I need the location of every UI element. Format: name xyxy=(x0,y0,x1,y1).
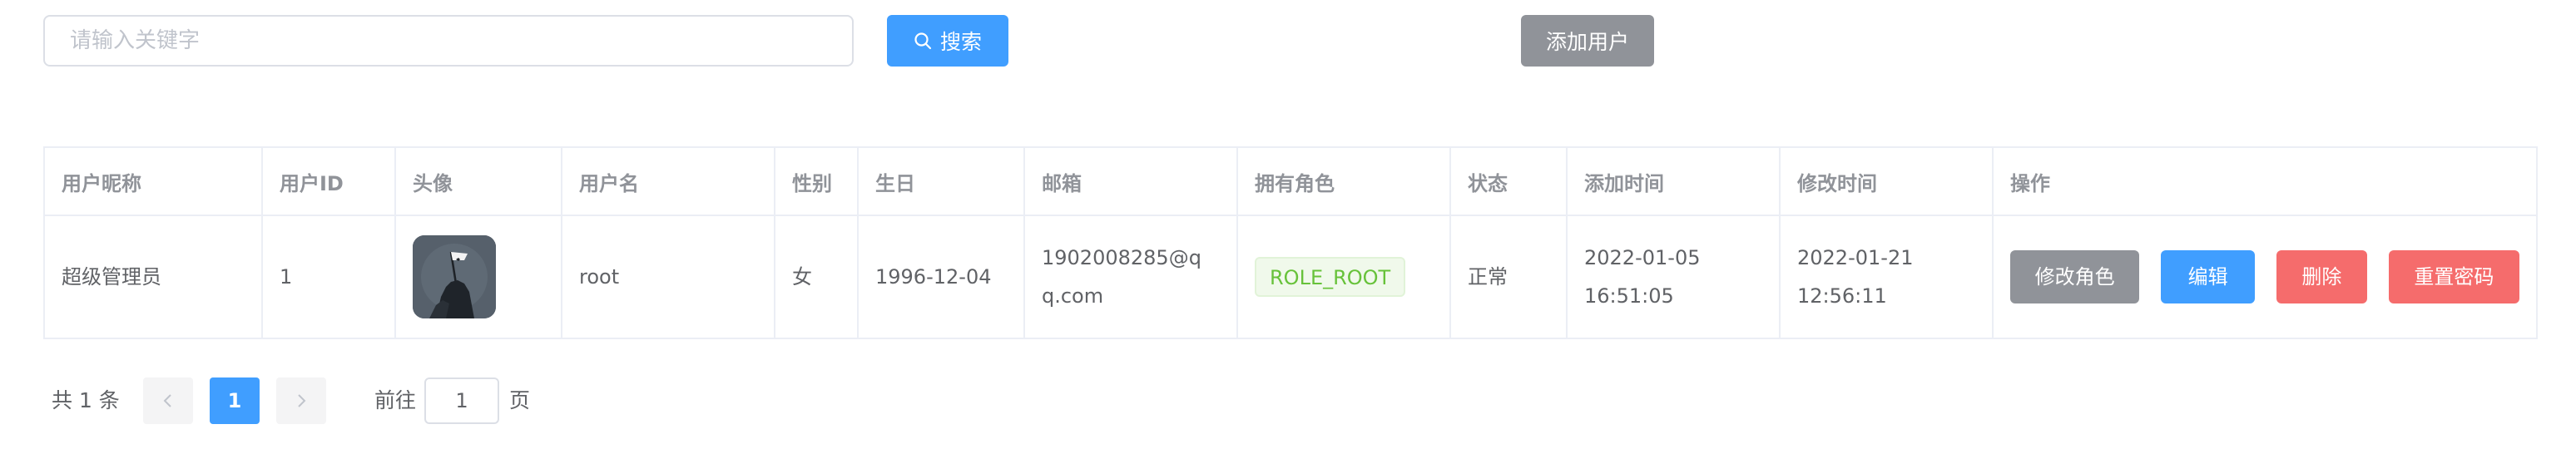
chevron-right-icon xyxy=(298,394,306,407)
search-button[interactable]: 搜索 xyxy=(887,15,1008,67)
cell-actions: 修改角色 编辑 删除 重置密码 xyxy=(1994,215,2536,339)
header-birthday[interactable]: 生日 xyxy=(859,148,1025,215)
reset-password-button[interactable]: 重置密码 xyxy=(2388,250,2519,303)
cell-created-at: 2022-01-05 16:51:05 xyxy=(1568,215,1781,339)
cell-email: 1902008285@qq.com xyxy=(1025,215,1238,339)
header-updated-at[interactable]: 修改时间 xyxy=(1781,148,1994,215)
header-nickname[interactable]: 用户昵称 xyxy=(45,148,263,215)
cell-status: 正常 xyxy=(1451,215,1568,339)
pagination-total: 共 1 条 xyxy=(52,388,120,412)
table-row: 超级管理员 1 root 女 1996-12-04 1902008285@qq.… xyxy=(45,215,2536,339)
cell-user-id: 1 xyxy=(263,215,396,339)
prev-page-button[interactable] xyxy=(143,377,193,424)
cell-updated-at: 2022-01-21 12:56:11 xyxy=(1781,215,1994,339)
header-created-at[interactable]: 添加时间 xyxy=(1568,148,1781,215)
add-user-button[interactable]: 添加用户 xyxy=(1521,15,1654,67)
header-user-id[interactable]: 用户ID xyxy=(263,148,396,215)
search-button-label: 搜索 xyxy=(939,30,982,54)
goto-page-input[interactable] xyxy=(424,377,499,424)
cell-birthday: 1996-12-04 xyxy=(859,215,1025,339)
page-suffix: 页 xyxy=(509,388,531,412)
role-tag: ROLE_ROOT xyxy=(1255,257,1406,297)
table-header-row: 用户昵称 用户ID 头像 用户名 性别 生日 邮箱 拥有角色 状态 添加时间 修… xyxy=(45,148,2536,216)
avatar[interactable] xyxy=(413,235,496,318)
header-gender[interactable]: 性别 xyxy=(775,148,859,215)
header-actions[interactable]: 操作 xyxy=(1994,148,2536,215)
next-page-button[interactable] xyxy=(276,377,326,424)
cell-role: ROLE_ROOT xyxy=(1238,215,1451,339)
header-username[interactable]: 用户名 xyxy=(562,148,775,215)
search-input[interactable] xyxy=(43,15,854,67)
header-email[interactable]: 邮箱 xyxy=(1025,148,1238,215)
header-role[interactable]: 拥有角色 xyxy=(1238,148,1451,215)
avatar-image-icon xyxy=(413,235,496,318)
page-number-button[interactable]: 1 xyxy=(210,377,260,424)
change-role-button[interactable]: 修改角色 xyxy=(2010,250,2140,303)
cell-nickname: 超级管理员 xyxy=(45,215,263,339)
search-icon xyxy=(914,32,932,50)
delete-button[interactable]: 删除 xyxy=(2276,250,2367,303)
header-avatar[interactable]: 头像 xyxy=(396,148,562,215)
add-user-button-label: 添加用户 xyxy=(1545,30,1629,54)
edit-button[interactable]: 编辑 xyxy=(2161,250,2255,303)
users-table: 用户昵称 用户ID 头像 用户名 性别 生日 邮箱 拥有角色 状态 添加时间 修… xyxy=(43,146,2538,339)
cell-gender: 女 xyxy=(775,215,859,339)
cell-avatar xyxy=(396,215,562,339)
goto-label: 前往 xyxy=(374,388,417,412)
header-status[interactable]: 状态 xyxy=(1451,148,1568,215)
pagination: 共 1 条 1 前往 页 xyxy=(0,377,666,424)
chevron-left-icon xyxy=(163,394,171,407)
cell-username: root xyxy=(562,215,775,339)
